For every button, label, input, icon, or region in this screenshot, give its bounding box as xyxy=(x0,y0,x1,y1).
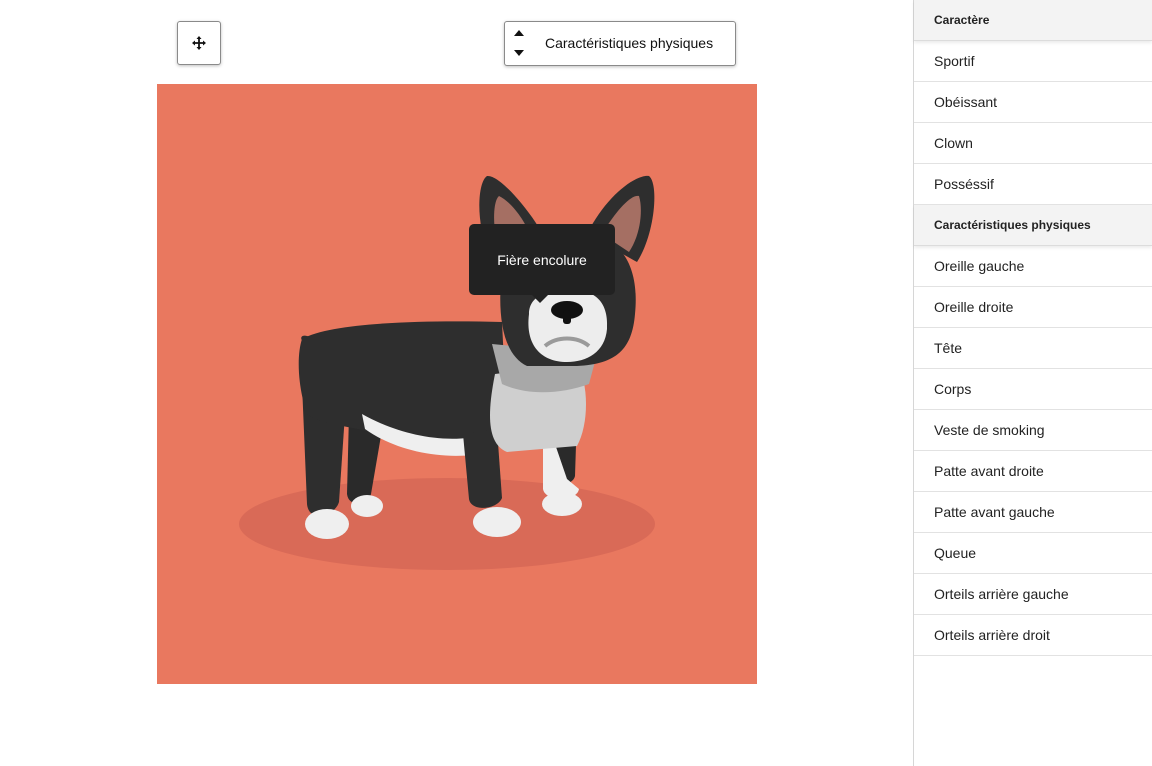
hotspot-sidebar: Caractère Sportif Obéissant Clown Possés… xyxy=(913,0,1152,766)
front-left-paw[interactable] xyxy=(473,507,521,537)
nose-bridge xyxy=(563,310,571,324)
hotspot-tooltip: Fière encolure xyxy=(469,224,615,303)
back-right-paw[interactable] xyxy=(351,495,383,517)
list-item[interactable]: Posséssif xyxy=(914,164,1152,205)
list-item[interactable]: Orteils arrière gauche xyxy=(914,574,1152,615)
list-item[interactable]: Orteils arrière droit xyxy=(914,615,1152,656)
dog-illustration-svg xyxy=(239,175,655,570)
list-item[interactable]: Oreille droite xyxy=(914,287,1152,328)
group-select[interactable]: Caractéristiques physiques xyxy=(504,21,736,66)
dog-illustration xyxy=(157,84,757,684)
list-item[interactable]: Corps xyxy=(914,369,1152,410)
list-item[interactable]: Patte avant gauche xyxy=(914,492,1152,533)
arrow-down-icon[interactable] xyxy=(514,50,524,56)
list-item[interactable]: Tête xyxy=(914,328,1152,369)
arrow-up-icon[interactable] xyxy=(514,30,524,36)
back-left-paw[interactable] xyxy=(305,509,349,539)
group-header-caractere: Caractère xyxy=(914,0,1152,41)
move-button[interactable] xyxy=(177,21,221,65)
ground-shadow xyxy=(239,478,655,570)
tooltip-arrow xyxy=(532,295,548,303)
list-item[interactable]: Patte avant droite xyxy=(914,451,1152,492)
list-item[interactable]: Veste de smoking xyxy=(914,410,1152,451)
move-arrows-icon xyxy=(192,36,206,50)
list-item[interactable]: Oreille gauche xyxy=(914,246,1152,287)
group-header-caracteristiques-physiques: Caractéristiques physiques xyxy=(914,205,1152,246)
list-item[interactable]: Sportif xyxy=(914,41,1152,82)
list-item[interactable]: Clown xyxy=(914,123,1152,164)
list-item[interactable]: Queue xyxy=(914,533,1152,574)
list-item[interactable]: Obéissant xyxy=(914,82,1152,123)
group-select-value: Caractéristiques physiques xyxy=(545,35,714,51)
image-stage: Caractéristiques physiques Fière encolur… xyxy=(0,0,913,766)
front-right-paw[interactable] xyxy=(542,492,582,516)
tooltip-text: Fière encolure xyxy=(497,251,587,268)
select-arrows[interactable] xyxy=(514,28,526,60)
